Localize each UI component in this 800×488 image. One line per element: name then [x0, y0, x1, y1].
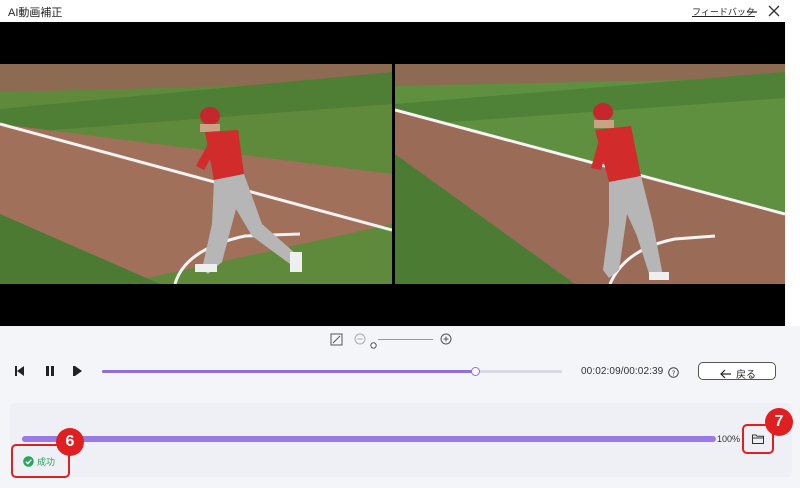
playback-progress-fill	[102, 370, 475, 373]
back-button-label: 戻る	[736, 370, 756, 381]
check-circle-icon	[23, 454, 34, 472]
zoom-controls	[328, 333, 458, 349]
callout-marker-folder: 7	[765, 408, 793, 436]
help-icon[interactable]: ?	[668, 365, 679, 383]
export-progress-bar	[22, 436, 716, 442]
playback-seek-bar[interactable]	[102, 367, 562, 376]
export-result-panel: 100%	[10, 403, 792, 477]
zoom-slider-knob[interactable]	[370, 336, 377, 354]
back-arrow-icon	[720, 366, 732, 384]
zoom-out-icon[interactable]	[354, 333, 367, 351]
close-icon	[768, 5, 780, 17]
callout-marker-status: 6	[56, 428, 84, 456]
export-progress-text: 100%	[717, 434, 741, 444]
back-button[interactable]: 戻る	[698, 362, 776, 381]
status-text: 成功	[37, 457, 56, 467]
minimize-button[interactable]	[744, 3, 760, 19]
enhanced-video-frame	[395, 64, 785, 284]
time-display: 00:02:09/00:02:39	[581, 366, 664, 377]
original-video-pane	[0, 64, 392, 284]
window-title: AI動画補正	[8, 7, 63, 19]
svg-text:?: ?	[672, 369, 676, 377]
original-video-frame	[0, 64, 392, 284]
zoom-in-icon[interactable]	[440, 333, 453, 351]
pause-icon[interactable]	[44, 364, 56, 382]
vertical-scrollbar[interactable]	[786, 22, 800, 326]
next-frame-icon[interactable]	[72, 364, 84, 382]
enhanced-video-pane	[395, 64, 785, 284]
playback-seek-handle[interactable]	[470, 367, 480, 376]
title-bar: AI動画補正 フィードバック	[0, 0, 800, 22]
zoom-slider-track[interactable]	[378, 339, 433, 340]
close-button[interactable]	[766, 3, 782, 19]
prev-frame-icon[interactable]	[14, 364, 26, 382]
video-preview-area	[0, 22, 785, 326]
fit-screen-icon[interactable]	[330, 333, 343, 351]
player-controls: 00:02:09/00:02:39 ? 戻る	[0, 355, 800, 387]
folder-icon	[752, 434, 764, 444]
minimize-icon	[747, 11, 757, 13]
export-progress-fill	[22, 436, 716, 442]
